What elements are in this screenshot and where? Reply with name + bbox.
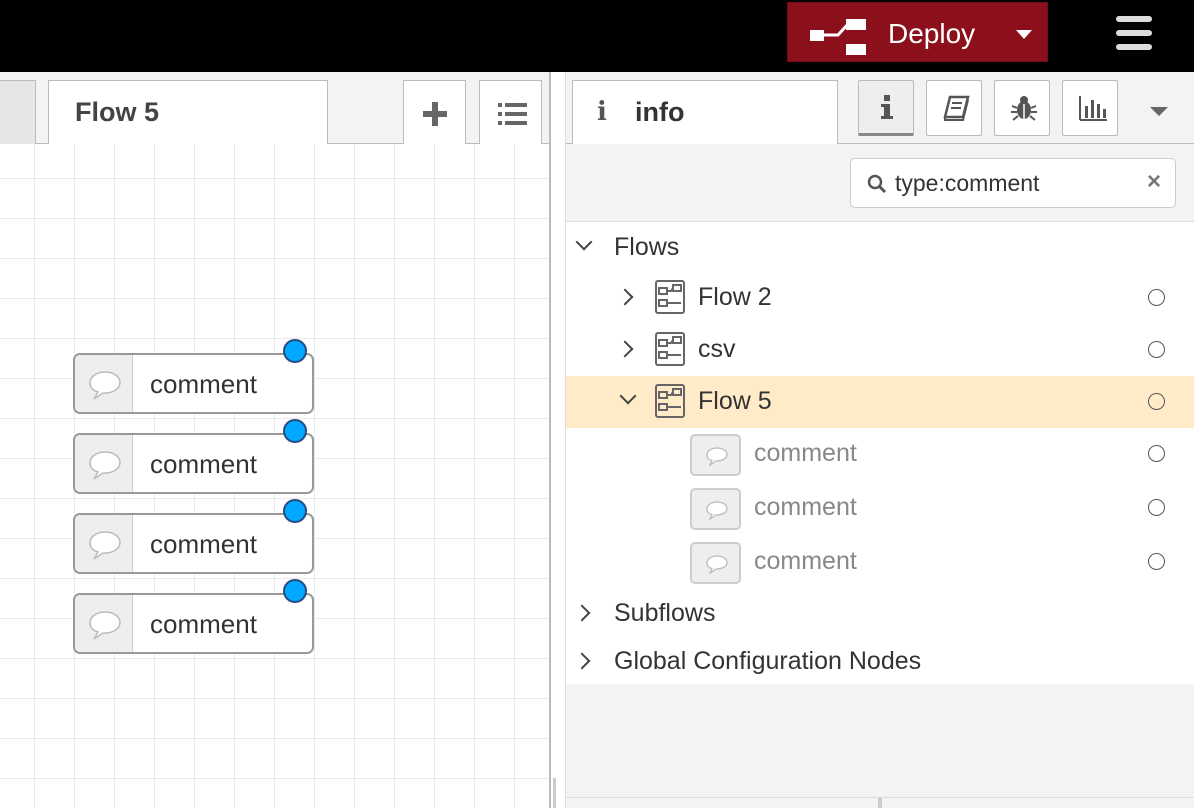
tree-item-flow-2[interactable]: Flow 2: [566, 272, 1194, 324]
flow-list-button[interactable]: [479, 80, 542, 144]
tree-item-label: csv: [698, 335, 736, 363]
sidebar-separator[interactable]: [549, 72, 566, 808]
speech-bubble-icon: [89, 531, 121, 560]
deploy-icon: [810, 19, 866, 55]
flow-icon: [655, 280, 685, 314]
search-input[interactable]: [895, 167, 1135, 199]
node-changed-indicator: [283, 419, 307, 443]
node-icon-area: [75, 515, 133, 572]
node-changed-indicator: [283, 499, 307, 523]
tree-group-flows[interactable]: Flows: [566, 222, 1194, 274]
app-header: Deploy: [0, 0, 1194, 72]
chevron-right-icon: [616, 288, 634, 306]
node-label: comment: [150, 369, 257, 399]
bug-icon: [1011, 96, 1037, 121]
tree-group-label: Flows: [614, 233, 680, 261]
chevron-down-icon: [575, 233, 593, 251]
comment-node[interactable]: comment: [73, 339, 314, 414]
tree-group-label: Subflows: [614, 599, 716, 627]
bar-chart-icon: [1079, 96, 1107, 121]
node-changed-indicator: [283, 579, 307, 603]
sidebar-empty-area: [566, 684, 1194, 808]
chevron-right-icon: [616, 340, 634, 358]
tree-item-comment[interactable]: comment: [566, 428, 1194, 480]
comment-node[interactable]: comment: [73, 419, 314, 494]
tree-item-label: Flow 5: [698, 387, 772, 415]
tree-group-global-config[interactable]: Global Configuration Nodes: [566, 636, 1194, 688]
main-menu-button[interactable]: [1116, 16, 1154, 50]
node-icon-area: [75, 595, 133, 652]
outline-tree: Flows Flow 2 csv Flow 5 comment comment …: [566, 222, 1194, 684]
toggle-enable-circle-icon[interactable]: [1148, 499, 1165, 516]
workspace: Flow 5 comment comment comment comment: [0, 72, 550, 808]
search-icon: [867, 174, 887, 194]
workspace-tab-bar: Flow 5: [0, 72, 550, 145]
deploy-label: Deploy: [888, 18, 976, 49]
workspace-tab-flow-5[interactable]: Flow 5: [48, 80, 328, 145]
speech-bubble-icon: [89, 371, 121, 400]
debug-tab-button[interactable]: [994, 80, 1050, 136]
toggle-enable-circle-icon[interactable]: [1148, 553, 1165, 570]
tree-group-subflows[interactable]: Subflows: [566, 588, 1194, 640]
sidebar-menu-caret-icon[interactable]: [1150, 107, 1168, 116]
toggle-enable-circle-icon[interactable]: [1148, 341, 1165, 358]
dashboard-tab-button[interactable]: [1062, 80, 1118, 136]
info-icon: [881, 95, 893, 119]
sidebar-tab-info[interactable]: i info: [572, 80, 838, 145]
node-icon-area: [75, 435, 133, 492]
chevron-right-icon: [573, 652, 591, 670]
speech-bubble-icon: [706, 447, 728, 466]
tree-item-comment[interactable]: comment: [566, 482, 1194, 534]
tree-group-label: Global Configuration Nodes: [614, 647, 922, 675]
speech-bubble-icon: [89, 611, 121, 640]
speech-bubble-icon: [706, 501, 728, 520]
chevron-down-icon: [619, 387, 637, 405]
comment-node[interactable]: comment: [73, 579, 314, 654]
comment-node-icon: [690, 542, 741, 584]
plus-icon: [423, 102, 447, 126]
toggle-enable-circle-icon[interactable]: [1148, 289, 1165, 306]
deploy-button[interactable]: Deploy: [787, 2, 1048, 62]
tree-item-comment[interactable]: comment: [566, 536, 1194, 588]
node-label: comment: [150, 609, 257, 639]
help-tab-button[interactable]: [926, 80, 982, 136]
toggle-enable-circle-icon[interactable]: [1148, 393, 1165, 410]
tree-item-label: Flow 2: [698, 283, 772, 311]
sidebar-tab-label: info: [635, 97, 685, 127]
speech-bubble-icon: [706, 555, 728, 574]
sidebar: i info type:comment × Flows Flow 2 csv F…: [566, 72, 1194, 808]
add-flow-button[interactable]: [403, 80, 466, 144]
sidebar-tab-bar: i info: [566, 72, 1194, 145]
tree-item-csv[interactable]: csv: [566, 324, 1194, 376]
chevron-right-icon: [573, 604, 591, 622]
speech-bubble-icon: [89, 451, 121, 480]
flow-canvas[interactable]: comment comment comment comment: [0, 144, 550, 808]
comment-node[interactable]: comment: [73, 499, 314, 574]
list-icon: [498, 103, 527, 125]
clear-search-icon[interactable]: ×: [1147, 168, 1161, 196]
tree-item-label: comment: [754, 547, 857, 575]
info-icon: i: [597, 97, 607, 127]
book-icon: [943, 95, 970, 121]
tree-item-label: comment: [754, 439, 857, 467]
node-icon-area: [75, 355, 133, 412]
flow-icon: [655, 384, 685, 418]
search-field[interactable]: ×: [850, 158, 1176, 208]
node-label: comment: [150, 449, 257, 479]
workspace-tab-label: Flow 5: [75, 97, 160, 127]
info-tab-button[interactable]: [858, 80, 914, 136]
node-changed-indicator: [283, 339, 307, 363]
tree-item-flow-5[interactable]: Flow 5: [566, 376, 1194, 428]
scrollbar-handle[interactable]: [553, 778, 556, 808]
comment-node-icon: [690, 488, 741, 530]
toggle-enable-circle-icon[interactable]: [1148, 445, 1165, 462]
comment-node-icon: [690, 434, 741, 476]
workspace-tab-previous[interactable]: [0, 80, 36, 144]
resize-handle[interactable]: [878, 798, 882, 808]
tree-item-label: comment: [754, 493, 857, 521]
flow-icon: [655, 332, 685, 366]
node-label: comment: [150, 529, 257, 559]
search-bar: ×: [566, 144, 1194, 222]
deploy-menu-caret-icon[interactable]: [1016, 30, 1032, 39]
